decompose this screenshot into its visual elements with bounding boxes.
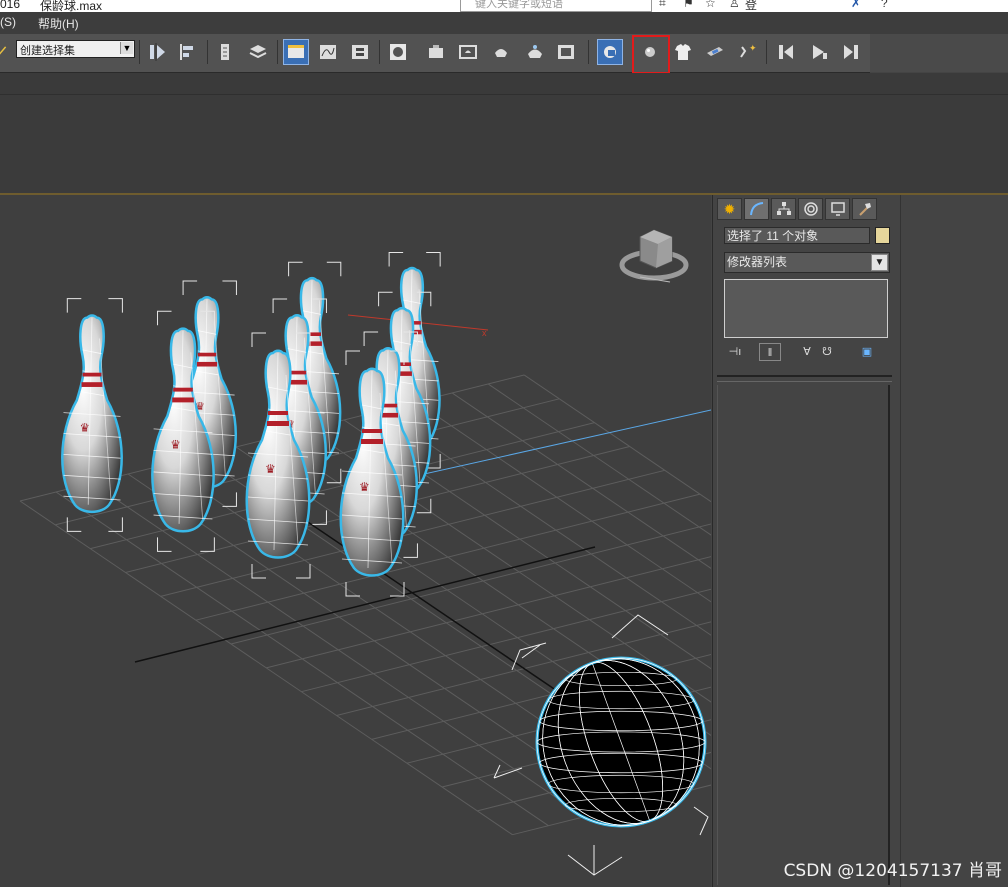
binoculars-icon[interactable]: ⌗ xyxy=(659,0,666,11)
rollout-area xyxy=(717,385,890,885)
viewport-canvas: x ♛♛♛♛♛♛♛♛♛♛ xyxy=(19,229,711,876)
modifier-list-dropdown[interactable]: 修改器列表 ▼ xyxy=(724,252,890,273)
ribbon-strip xyxy=(0,73,1008,95)
layer-list-icon[interactable] xyxy=(213,39,239,65)
hair-tool-icon[interactable] xyxy=(702,39,728,65)
bowling-pin[interactable]: ♛ xyxy=(61,298,123,532)
svg-text:✦: ✦ xyxy=(749,43,757,53)
curve-editor-icon[interactable] xyxy=(315,39,341,65)
svg-text:♛: ♛ xyxy=(170,438,181,451)
ball-bbox-corner xyxy=(511,642,547,671)
object-name-field[interactable]: 选择了 11 个对象 xyxy=(724,227,870,244)
tab-display[interactable] xyxy=(825,198,850,220)
render-setup-icon[interactable] xyxy=(423,39,449,65)
favorites-star-icon[interactable]: ☆ xyxy=(705,0,716,10)
object-color-swatch[interactable] xyxy=(875,227,890,244)
tab-utilities[interactable] xyxy=(852,198,877,220)
svg-text:♛: ♛ xyxy=(80,423,90,435)
search-placeholder: 键入关键字或短语 xyxy=(475,0,563,10)
chevron-down-icon: ▼ xyxy=(120,42,133,54)
grid-axis-y xyxy=(264,492,601,721)
login-label[interactable]: 登录 xyxy=(745,0,757,12)
grid-line xyxy=(266,556,711,669)
render-frame-icon[interactable] xyxy=(553,39,579,65)
tab-create[interactable]: ✹ xyxy=(717,198,742,220)
render-production-icon[interactable] xyxy=(488,39,514,65)
animation-next-icon[interactable] xyxy=(838,39,864,65)
animation-play-icon[interactable] xyxy=(806,39,832,65)
menu-item-help[interactable]: 帮助(H) xyxy=(38,15,79,32)
configure-sets-icon[interactable]: ▣ xyxy=(856,343,878,361)
ball-bbox-corner xyxy=(567,845,623,876)
chevron-down-icon: ▼ xyxy=(871,254,888,271)
render-iterative-icon[interactable] xyxy=(522,39,548,65)
watermark-text: CSDN @1204157137 肖哥 xyxy=(783,861,1002,881)
stack-buttons: ⊣ı ǁ ∀ ☋ ▣ xyxy=(724,343,890,363)
svg-text:♛: ♛ xyxy=(359,480,370,494)
animation-prev-icon[interactable] xyxy=(773,39,799,65)
command-panel: ✹ 选择了 11 个对象 修改器列表 ▼ ⊣ı ǁ ∀ ☋ ▣ xyxy=(712,195,901,887)
material-editor-icon[interactable] xyxy=(385,39,411,65)
perspective-viewport[interactable]: x ♛♛♛♛♛♛♛♛♛♛ xyxy=(0,195,711,887)
title-fragment: 016 xyxy=(0,0,21,11)
menu-item-select[interactable]: (S) xyxy=(0,15,16,29)
user-icon[interactable]: ♙ xyxy=(729,0,740,10)
schematic-view-icon[interactable] xyxy=(347,39,373,65)
particle-effects-icon[interactable]: ✦ xyxy=(734,39,760,65)
show-end-result-icon[interactable]: ǁ xyxy=(759,343,781,361)
axis-x-label: x xyxy=(482,328,487,338)
comm-center-icon[interactable]: ⚑ xyxy=(683,0,694,10)
hierarchy-icon xyxy=(776,202,791,215)
layer-manager-icon[interactable] xyxy=(245,39,271,65)
bowling-pins[interactable]: ♛♛♛♛♛♛♛♛♛♛ xyxy=(61,251,441,597)
help-icon[interactable]: ? xyxy=(881,0,888,10)
tab-motion[interactable] xyxy=(798,198,823,220)
make-unique-icon[interactable]: ∀ xyxy=(796,343,818,361)
cloth-icon[interactable] xyxy=(670,39,696,65)
viewport-icon[interactable] xyxy=(597,39,623,65)
rollout-divider xyxy=(717,375,892,382)
pin-stack-icon[interactable]: ⊣ı xyxy=(724,343,746,361)
remove-modifier-icon[interactable]: ☋ xyxy=(816,343,838,361)
named-selection-dropdown[interactable]: 创建选择集 ▼ xyxy=(16,40,135,58)
bowling-ball[interactable] xyxy=(493,614,711,876)
ball-bbox-corner xyxy=(693,806,709,836)
create-sun-icon: ✹ xyxy=(723,200,736,217)
highlight-box xyxy=(632,35,670,74)
toolbar-empty-area xyxy=(870,34,1008,72)
edit-named-selection-icon[interactable] xyxy=(0,39,10,65)
display-monitor-icon xyxy=(830,202,845,216)
motion-icon xyxy=(803,202,818,216)
file-name: 保龄球.max xyxy=(40,0,103,12)
right-empty-area xyxy=(900,195,1008,887)
main-toolbar: 创建选择集 ▼ ✦ xyxy=(0,34,870,73)
named-selection-value: 创建选择集 xyxy=(20,45,75,57)
menu-bar: (S) 帮助(H) xyxy=(0,12,1008,34)
title-bar: 016 保龄球.max 键入关键字或短语 ⌗ ⚑ ☆ ♙ 登录 ✗ ? xyxy=(0,0,1008,12)
modify-curve-icon xyxy=(749,202,763,216)
scene-explorer-icon[interactable] xyxy=(283,39,309,65)
exchange-icon[interactable]: ✗ xyxy=(851,0,861,10)
tab-hierarchy[interactable] xyxy=(771,198,796,220)
modifier-stack[interactable] xyxy=(724,279,888,338)
tab-modify[interactable] xyxy=(744,198,769,220)
ribbon-area xyxy=(0,95,1008,195)
hammer-icon xyxy=(858,203,871,216)
align-icon[interactable] xyxy=(175,39,201,65)
viewcube[interactable] xyxy=(619,229,689,283)
mirror-icon[interactable] xyxy=(145,39,171,65)
rendered-frame-window-icon[interactable] xyxy=(455,39,481,65)
search-input[interactable]: 键入关键字或短语 xyxy=(460,0,652,12)
svg-text:♛: ♛ xyxy=(265,462,276,476)
modifier-list-label: 修改器列表 xyxy=(727,255,788,269)
